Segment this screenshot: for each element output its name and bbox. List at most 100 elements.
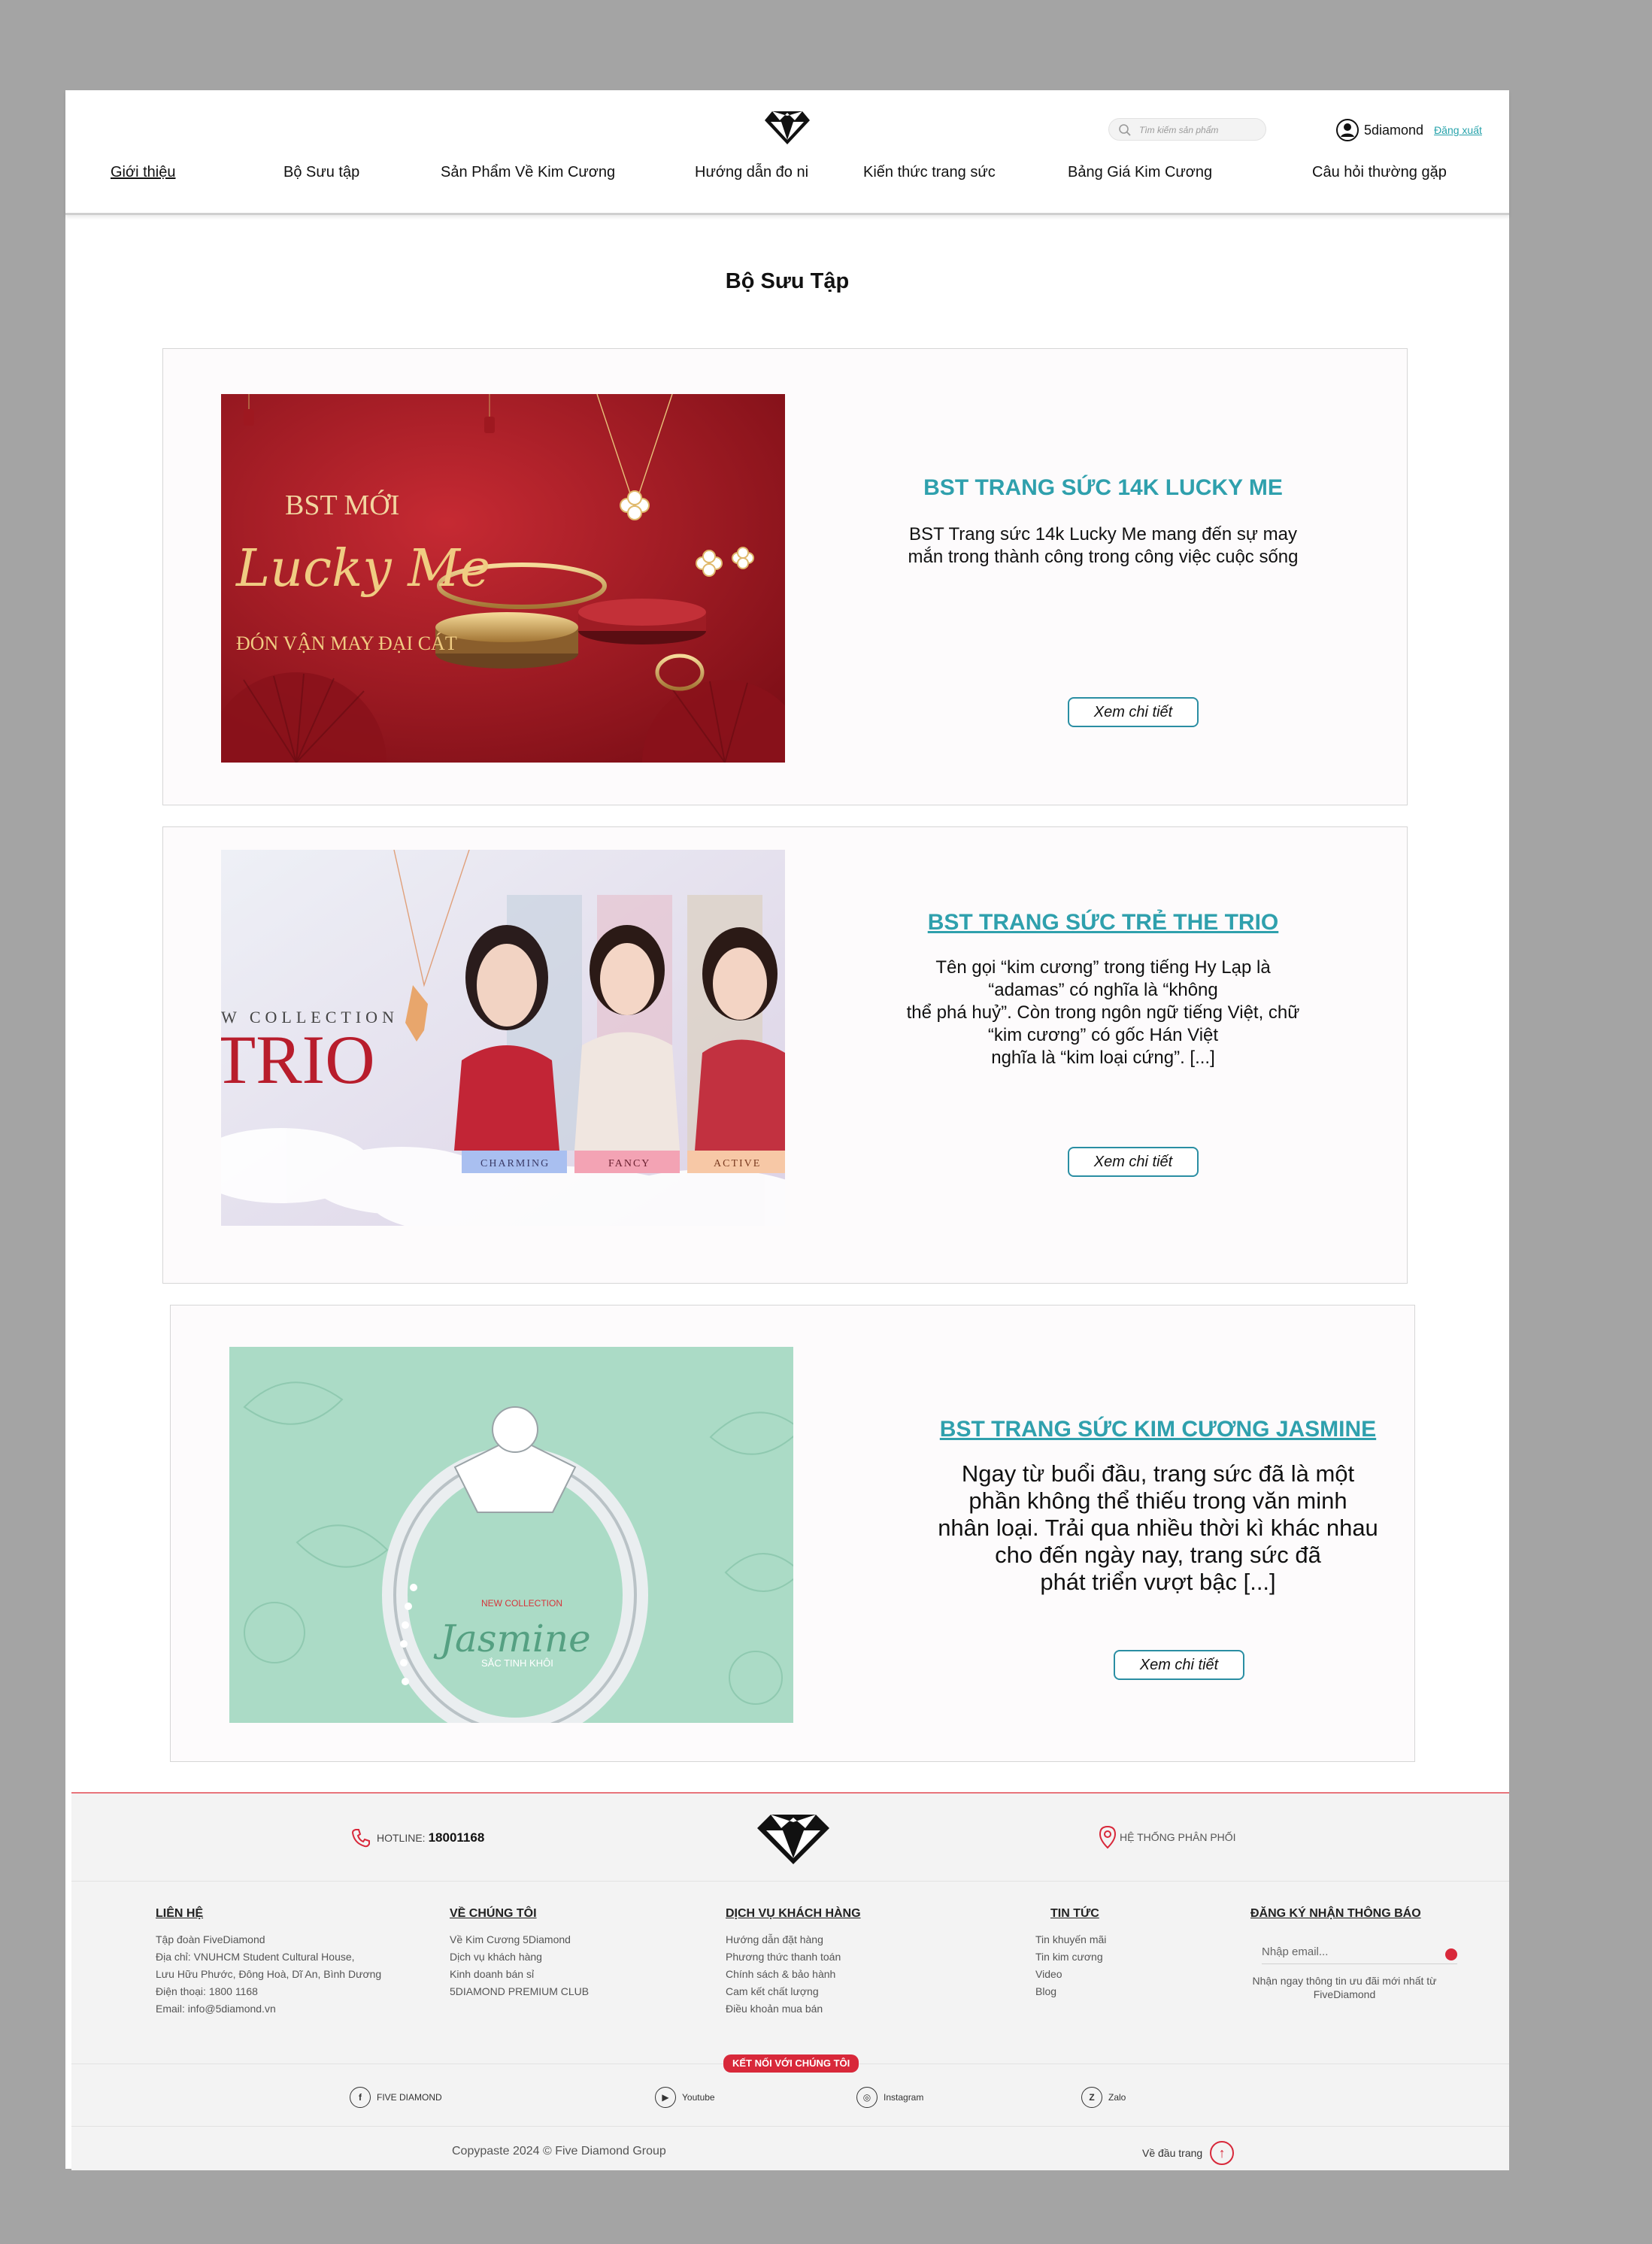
footer-col-title: DỊCH VỤ KHÁCH HÀNG: [726, 1907, 861, 1920]
social-youtube[interactable]: ▶ Youtube: [655, 2087, 715, 2108]
footer-contact-line: Lưu Hữu Phước, Đông Hoà, Dĩ An, Bình Dươ…: [156, 1968, 382, 1980]
footer-diamond-logo-icon[interactable]: [757, 1812, 829, 1866]
hotline-number[interactable]: 18001168: [429, 1830, 485, 1845]
search-icon: [1119, 124, 1131, 136]
phone-icon: [351, 1829, 370, 1848]
footer-link[interactable]: Cam kết chất lượng: [726, 1983, 861, 2000]
footer-col-title: TIN TỨC: [1050, 1907, 1099, 1920]
footer-col-title: VỀ CHÚNG TÔI: [450, 1907, 537, 1920]
nav-item-jewelry-knowledge[interactable]: Kiến thức trang sức: [863, 164, 996, 181]
collection-card-the-trio: CHARMING FANCY ACTIVE W COLLECTION TRIO …: [162, 826, 1408, 1284]
banner-text-trio: TRIO: [221, 1021, 375, 1098]
footer-contact-line: Email: info@5diamond.vn: [156, 2003, 276, 2015]
nav-item-diamond-price[interactable]: Bảng Giá Kim Cương: [1068, 164, 1212, 181]
site-header: Tìm kiếm sản phẩm 5diamond Đăng xuất Giớ…: [65, 90, 1509, 215]
user-menu[interactable]: 5diamond Đăng xuất: [1335, 117, 1482, 143]
footer-col-title: ĐĂNG KÝ NHẬN THÔNG BÁO: [1250, 1907, 1421, 1920]
footer-link[interactable]: Tin khuyến mãi: [1035, 1931, 1106, 1948]
hotline[interactable]: HOTLINE: 18001168: [350, 1827, 484, 1849]
footer-link[interactable]: Phương thức thanh toán: [726, 1948, 861, 1966]
footer-col-contact: LIÊN HỆ Tập đoàn FiveDiamond Địa chỉ: VN…: [156, 1905, 381, 2018]
user-name[interactable]: 5diamond: [1364, 123, 1423, 138]
footer-col-title: LIÊN HỆ: [156, 1907, 204, 1920]
logout-link[interactable]: Đăng xuất: [1434, 124, 1482, 136]
footer-col-newsletter: ĐĂNG KÝ NHẬN THÔNG BÁO: [1250, 1905, 1421, 1931]
collection-image-jasmine[interactable]: NEW COLLECTION Jasmine SẮC TINH KHÔI: [229, 1347, 793, 1723]
collection-description: Tên gọi “kim cương” trong tiếng Hy Lạp l…: [906, 957, 1300, 1068]
footer-contact-line: Điện thoại: 1800 1168: [156, 1985, 258, 1997]
view-detail-button[interactable]: Xem chi tiết: [1068, 1147, 1199, 1177]
instagram-icon: ◎: [856, 2087, 878, 2108]
nav-item-ring-size-guide[interactable]: Hướng dẫn đo ni: [695, 164, 808, 181]
collection-info-jasmine: BST TRANG SỨC KIM CƯƠNG JASMINE Ngay từ …: [925, 1417, 1391, 1596]
arrow-up-icon[interactable]: ↑: [1210, 2141, 1235, 2165]
facebook-icon: f: [350, 2087, 371, 2108]
diamond-logo-icon[interactable]: [765, 110, 810, 146]
footer-col-customer-service: DỊCH VỤ KHÁCH HÀNG Hướng dẫn đặt hàng Ph…: [726, 1905, 861, 2018]
banner-text-jasmine: Jasmine: [433, 1617, 591, 1660]
connect-badge: KẾT NỐI VỚI CHÚNG TÔI: [723, 2054, 859, 2073]
social-label: FIVE DIAMOND: [377, 2092, 442, 2103]
main-nav: Giới thiệu Bộ Sưu tập Sản Phẩm Về Kim Cư…: [65, 164, 1509, 194]
page: Tìm kiếm sản phẩm 5diamond Đăng xuất Giớ…: [65, 90, 1509, 2170]
footer-link[interactable]: Dịch vụ khách hàng: [450, 1948, 589, 1966]
search-placeholder: Tìm kiếm sản phẩm: [1139, 125, 1219, 135]
collection-info-the-trio: BST TRANG SỨC TRẺ THE TRIO Tên gọi “kim …: [862, 910, 1344, 1069]
site-footer: HOTLINE: 18001168 HỆ THỐNG PHÂN PHỐI LIÊ…: [71, 1792, 1509, 2170]
footer-link[interactable]: Video: [1035, 1966, 1106, 1983]
social-instagram[interactable]: ◎ Instagram: [856, 2087, 923, 2108]
collection-title[interactable]: BST TRANG SỨC TRẺ THE TRIO: [862, 910, 1344, 936]
footer-top-bar: HOTLINE: 18001168 HỆ THỐNG PHÂN PHỐI: [71, 1794, 1509, 1882]
view-detail-button[interactable]: Xem chi tiết: [1068, 697, 1199, 727]
search-input[interactable]: Tìm kiếm sản phẩm: [1108, 118, 1266, 141]
social-zalo[interactable]: Z Zalo: [1081, 2087, 1126, 2108]
footer-link[interactable]: Điều khoản mua bán: [726, 2000, 861, 2018]
footer-contact-line: Tập đoàn FiveDiamond: [156, 1933, 265, 1945]
footer-link[interactable]: Về Kim Cương 5Diamond: [450, 1931, 589, 1948]
collection-image-lucky-me[interactable]: BST MỚI Lucky Me ĐÓN VẬN MAY ĐẠI CÁT: [221, 394, 785, 763]
youtube-icon: ▶: [655, 2087, 676, 2108]
collection-info-lucky-me: BST TRANG SỨC 14K LUCKY ME BST Trang sức…: [862, 475, 1344, 569]
banner-text-tagline: ĐÓN VẬN MAY ĐẠI CÁT: [236, 632, 457, 654]
social-facebook[interactable]: f FIVE DIAMOND: [350, 2087, 442, 2108]
footer-link[interactable]: 5DIAMOND PREMIUM CLUB: [450, 1983, 589, 2000]
collection-title[interactable]: BST TRANG SỨC 14K LUCKY ME: [862, 475, 1344, 501]
view-detail-button[interactable]: Xem chi tiết: [1114, 1650, 1244, 1680]
footer-link[interactable]: Blog: [1035, 1983, 1106, 2000]
lucky-me-banner: BST MỚI Lucky Me ĐÓN VẬN MAY ĐẠI CÁT: [221, 394, 785, 763]
user-avatar-icon[interactable]: [1335, 118, 1359, 142]
collection-image-the-trio[interactable]: CHARMING FANCY ACTIVE W COLLECTION TRIO: [221, 850, 785, 1226]
footer-link[interactable]: Kinh doanh bán sỉ: [450, 1966, 589, 1983]
footer-col-about: VỀ CHÚNG TÔI Về Kim Cương 5Diamond Dịch …: [450, 1905, 589, 2000]
send-icon[interactable]: [1445, 1948, 1457, 1960]
nav-item-collections[interactable]: Bộ Sưu tập: [283, 164, 359, 181]
social-label: Youtube: [682, 2092, 715, 2103]
back-to-top-button[interactable]: Về đầu trang ↑: [1142, 2141, 1235, 2165]
the-trio-banner: CHARMING FANCY ACTIVE W COLLECTION TRIO: [221, 850, 785, 1226]
location-pin-icon: [1099, 1825, 1117, 1849]
distribution-label: HỆ THỐNG PHÂN PHỐI: [1120, 1831, 1236, 1843]
collection-card-jasmine: NEW COLLECTION Jasmine SẮC TINH KHÔI BST…: [170, 1305, 1415, 1762]
banner-text-bst-moi: BST MỚI: [285, 490, 399, 521]
collection-description: BST Trang sức 14k Lucky Me mang đến sự m…: [908, 524, 1299, 567]
zalo-icon: Z: [1081, 2087, 1102, 2108]
tag-fancy: FANCY: [608, 1158, 650, 1169]
nav-item-diamond-products[interactable]: Sản Phẩm Về Kim Cương: [441, 164, 615, 181]
banner-text-sac-tinh-khoi: SẮC TINH KHÔI: [481, 1657, 553, 1669]
footer-link[interactable]: Chính sách & bảo hành: [726, 1966, 861, 1983]
page-title: Bộ Sưu Tập: [725, 269, 850, 293]
banner-text-lucky-me: Lucky Me: [235, 539, 490, 599]
banner-text-new-collection: NEW COLLECTION: [481, 1598, 562, 1609]
nav-item-faq[interactable]: Câu hỏi thường gặp: [1312, 164, 1447, 181]
nav-item-about[interactable]: Giới thiệu: [111, 164, 175, 181]
newsletter-email-input[interactable]: Nhập email...: [1262, 1942, 1457, 1964]
footer-link[interactable]: Tin kim cương: [1035, 1948, 1106, 1966]
back-to-top-label: Về đầu trang: [1142, 2147, 1203, 2159]
distribution-link[interactable]: HỆ THỐNG PHÂN PHỐI: [1099, 1825, 1236, 1849]
collection-card-lucky-me: BST MỚI Lucky Me ĐÓN VẬN MAY ĐẠI CÁT BST…: [162, 348, 1408, 805]
footer-social-bar: f FIVE DIAMOND ▶ Youtube ◎ Instagram Z Z…: [71, 2064, 1509, 2127]
social-label: Instagram: [884, 2092, 924, 2103]
collection-title[interactable]: BST TRANG SỨC KIM CƯƠNG JASMINE: [925, 1417, 1391, 1442]
footer-link[interactable]: Hướng dẫn đặt hàng: [726, 1931, 861, 1948]
tag-charming: CHARMING: [480, 1158, 550, 1169]
